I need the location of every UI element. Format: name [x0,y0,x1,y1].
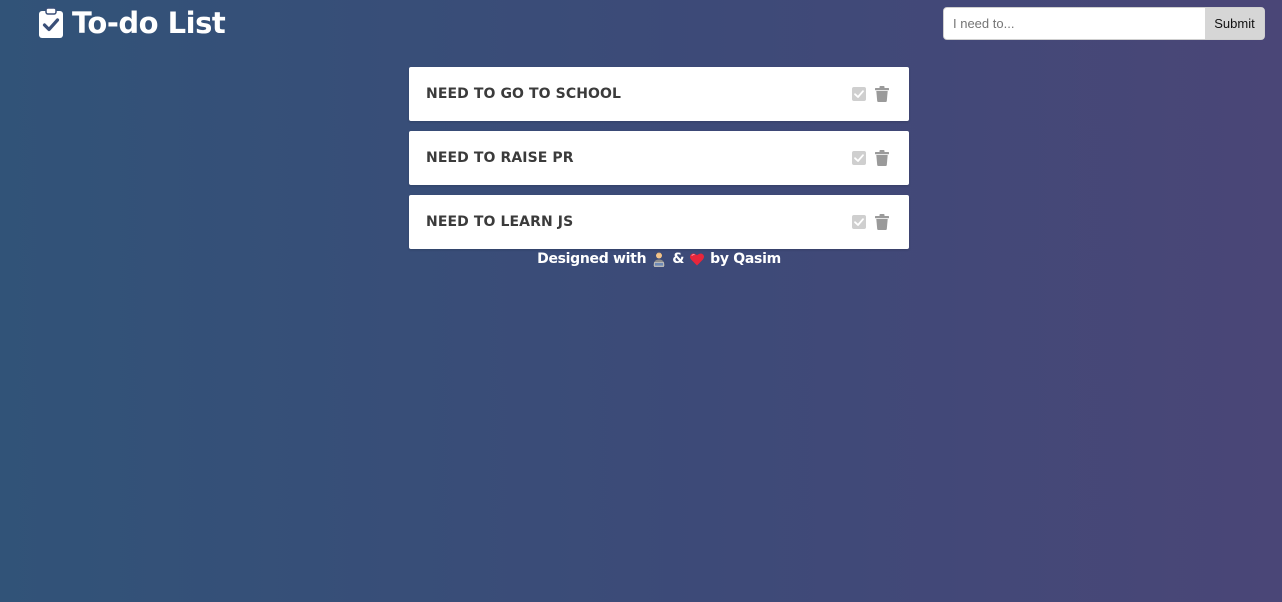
todo-item: NEED TO LEARN JS [409,195,909,249]
todo-input[interactable] [944,8,1205,39]
trash-icon[interactable] [875,150,889,166]
add-todo-form: Submit [943,7,1265,40]
todo-item: NEED TO GO TO SCHOOL [409,67,909,121]
heart-icon [689,251,705,267]
footer-credit: Designed with & by Qasim [409,251,909,267]
brand: To-do List [38,6,226,40]
technologist-icon [651,251,667,267]
todo-text: NEED TO GO TO SCHOOL [426,86,622,102]
footer-ampersand: & [672,251,685,267]
todo-text: NEED TO RAISE PR [426,150,574,166]
footer-prefix: Designed with [537,251,647,267]
check-square-icon[interactable] [852,87,866,101]
app-title: To-do List [72,6,226,40]
submit-button[interactable]: Submit [1205,8,1264,39]
clipboard-check-icon [38,7,64,39]
trash-icon[interactable] [875,214,889,230]
todo-text: NEED TO LEARN JS [426,214,574,230]
todo-actions [852,150,889,166]
todo-item: NEED TO RAISE PR [409,131,909,185]
trash-icon[interactable] [875,86,889,102]
check-square-icon[interactable] [852,151,866,165]
footer-author: by Qasim [710,251,781,267]
todo-actions [852,214,889,230]
check-square-icon[interactable] [852,215,866,229]
todo-actions [852,86,889,102]
todo-list: NEED TO GO TO SCHOOL NEED TO RAISE PR NE… [409,67,909,259]
